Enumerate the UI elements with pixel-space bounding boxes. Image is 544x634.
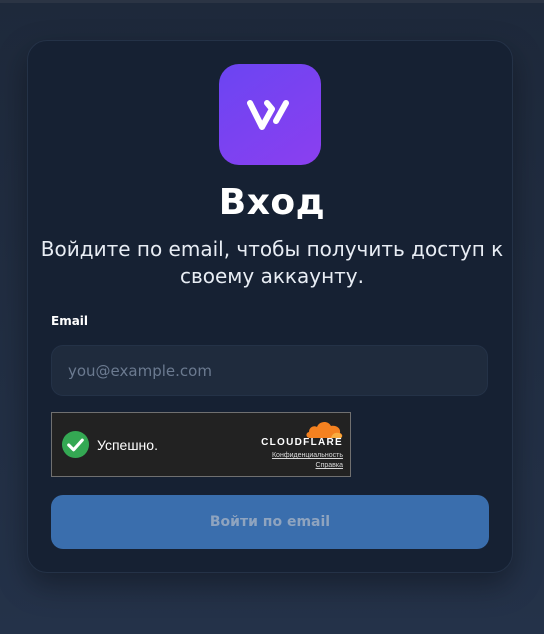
w-logo-icon bbox=[247, 99, 289, 130]
window-top-edge bbox=[0, 0, 544, 3]
cloudflare-wordmark: CLOUDFLARE bbox=[261, 437, 343, 448]
cloudflare-captcha-widget[interactable]: Успешно. CLOUDFLARE Конфиденциальность С… bbox=[51, 412, 351, 477]
page-subtitle: Войдите по email, чтобы получить доступ … bbox=[40, 237, 504, 288]
app-logo bbox=[219, 64, 321, 165]
email-field[interactable] bbox=[51, 345, 488, 396]
page-title: Вход bbox=[218, 182, 326, 223]
captcha-status: Успешно. bbox=[97, 437, 158, 453]
captcha-links: Конфиденциальность Справка bbox=[272, 451, 343, 471]
email-label: Email bbox=[51, 314, 89, 328]
check-circle-icon bbox=[61, 430, 90, 459]
privacy-link[interactable]: Конфиденциальность bbox=[272, 451, 343, 461]
help-link[interactable]: Справка bbox=[272, 461, 343, 471]
email-login-button[interactable]: Войти по email bbox=[51, 495, 489, 549]
